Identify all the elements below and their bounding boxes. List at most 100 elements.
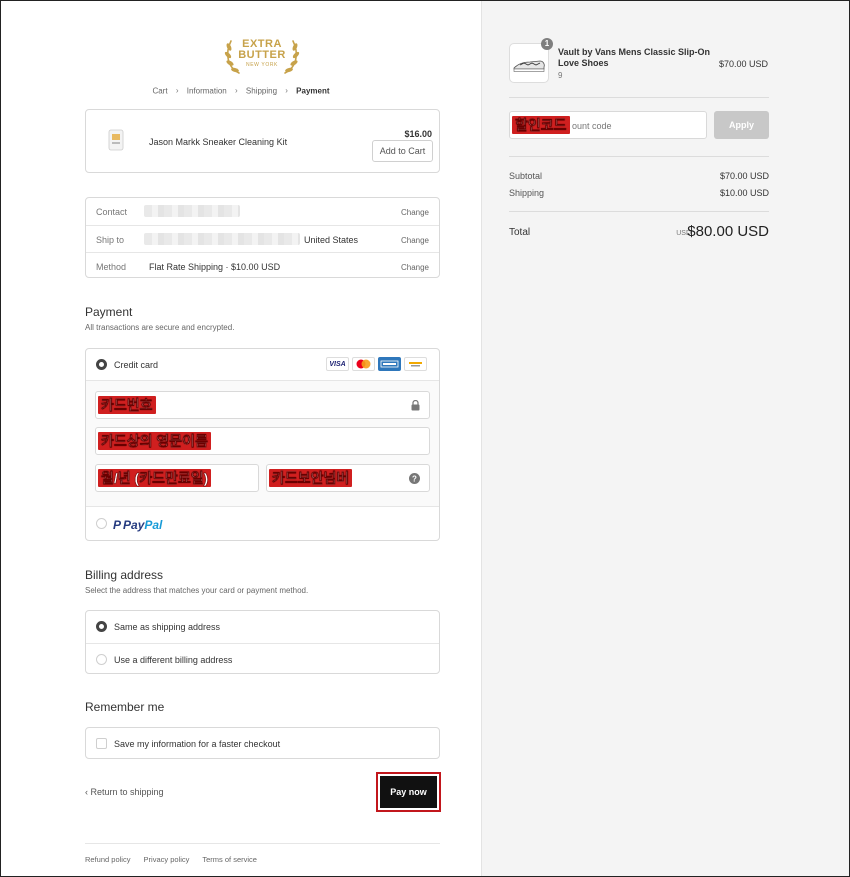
breadcrumb-cart[interactable]: Cart	[152, 86, 167, 95]
upsell-product: Jason Markk Sneaker Cleaning Kit $16.00 …	[85, 109, 440, 173]
subtotal-label: Subtotal	[509, 171, 543, 181]
product-variant: 9	[558, 71, 563, 80]
card-number-annotation: 카드번호	[98, 396, 156, 414]
chevron-right-icon: ›	[234, 86, 238, 96]
credit-card-fields: 카드번호 카드상의 영문이름 월/년 (카드만료일) 카드보안넘버 ?	[86, 381, 439, 507]
total-label: Total	[509, 227, 531, 238]
svg-text:?: ?	[412, 474, 417, 483]
return-to-shipping-link[interactable]: ‹ Return to shipping	[85, 787, 164, 797]
subtotal-row: Subtotal $70.00 USD	[509, 171, 769, 181]
breadcrumb: Cart › Information › Shipping › Payment	[1, 86, 481, 95]
contact-label: Contact	[96, 207, 128, 217]
footer-divider	[85, 843, 440, 844]
credit-card-radio[interactable]	[96, 359, 107, 370]
expiry-annotation: 월/년 (카드만료일)	[98, 469, 212, 487]
subtotal-value: $70.00 USD	[719, 171, 769, 181]
change-contact-link[interactable]: Change	[401, 208, 429, 217]
checkout-page: EXTRA BUTTER NEW YORK Cart › Information…	[0, 0, 850, 877]
return-label: Return to shipping	[90, 787, 164, 797]
discount-annotation: 할인코드	[512, 116, 570, 134]
summary-divider	[509, 156, 769, 157]
review-contact: Contact Change	[86, 198, 439, 225]
billing-different-option[interactable]: Use a different billing address	[86, 643, 439, 675]
product-name: Vault by Vans Mens Classic Slip-On Love …	[558, 47, 711, 68]
mastercard-icon	[352, 357, 375, 371]
method-value: Flat Rate Shipping · $10.00 USD	[149, 262, 281, 272]
remember-checkbox[interactable]	[96, 738, 107, 749]
billing-different-radio[interactable]	[96, 654, 107, 665]
terms-of-service-link[interactable]: Terms of service	[202, 855, 257, 864]
billing-subtitle: Select the address that matches your car…	[85, 586, 309, 595]
upsell-name: Jason Markk Sneaker Cleaning Kit	[149, 137, 288, 147]
payment-title: Payment	[85, 305, 133, 319]
remember-me-option[interactable]: Save my information for a faster checkou…	[85, 727, 440, 759]
change-address-link[interactable]: Change	[401, 236, 429, 245]
name-on-card-annotation: 카드상의 영문이름	[98, 432, 211, 450]
credit-card-option[interactable]: Credit card VISA	[86, 349, 439, 381]
chevron-right-icon: ›	[175, 86, 179, 96]
product-price: $70.00 USD	[718, 59, 768, 69]
billing-same-label: Same as shipping address	[114, 622, 221, 632]
contact-value-redacted	[144, 205, 240, 217]
total-value: $80.00 USD	[687, 223, 769, 240]
paypal-icon: P	[113, 518, 122, 532]
discount-placeholder: ount code	[572, 121, 612, 131]
security-code-field[interactable]: 카드보안넘버 ?	[266, 464, 430, 492]
paypal-option[interactable]: P PayPal	[86, 507, 439, 542]
billing-same-radio[interactable]	[96, 621, 107, 632]
breadcrumb-payment: Payment	[296, 86, 330, 96]
discount-code-input[interactable]: ount code 할인코드	[509, 111, 707, 139]
checkout-main: EXTRA BUTTER NEW YORK Cart › Information…	[1, 1, 481, 876]
paypal-logo: P PayPal	[113, 518, 163, 532]
shipping-value: $10.00 USD	[719, 188, 769, 198]
payment-methods: Credit card VISA 카드번호 카드상의 영문이름 월/년 (카드만…	[85, 348, 440, 541]
checkout-review: Contact Change Ship to United States Cha…	[85, 197, 440, 278]
add-to-cart-button[interactable]: Add to Cart	[372, 140, 433, 162]
product-thumbnail	[108, 129, 124, 151]
summary-divider	[509, 211, 769, 212]
credit-card-label: Credit card	[114, 360, 159, 370]
other-card-icon	[404, 357, 427, 371]
footer-links: Refund policy Privacy policy Terms of se…	[85, 855, 268, 864]
address-value-redacted	[144, 233, 300, 245]
review-ship-to: Ship to United States Change	[86, 225, 439, 252]
ship-to-country: United States	[304, 235, 359, 245]
remember-title: Remember me	[85, 700, 165, 714]
method-label: Method	[96, 262, 127, 272]
apply-discount-button[interactable]: Apply	[714, 111, 769, 139]
billing-address-options: Same as shipping address Use a different…	[85, 610, 440, 674]
billing-different-label: Use a different billing address	[114, 655, 233, 665]
store-logo[interactable]: EXTRA BUTTER NEW YORK	[219, 33, 305, 77]
refund-policy-link[interactable]: Refund policy	[85, 855, 130, 864]
name-on-card-field[interactable]: 카드상의 영문이름	[95, 427, 430, 455]
logo-line-2: BUTTER	[238, 49, 286, 61]
expiry-field[interactable]: 월/년 (카드만료일)	[95, 464, 259, 492]
chevron-right-icon: ›	[285, 86, 288, 96]
paypal-radio[interactable]	[96, 518, 107, 529]
card-number-field[interactable]: 카드번호	[95, 391, 430, 419]
shoe-icon	[513, 60, 545, 72]
shipping-row: Shipping $10.00 USD	[509, 188, 769, 198]
order-summary: 1 Vault by Vans Mens Classic Slip-On Lov…	[481, 1, 849, 876]
remember-label: Save my information for a faster checkou…	[114, 739, 281, 749]
lock-icon	[411, 400, 420, 411]
billing-same-option[interactable]: Same as shipping address	[86, 611, 439, 643]
pay-now-highlight: Pay now	[376, 772, 441, 812]
review-method: Method Flat Rate Shipping · $10.00 USD C…	[86, 252, 439, 279]
upsell-price: $16.00	[404, 129, 432, 139]
quantity-badge: 1	[541, 38, 553, 50]
payment-subtitle: All transactions are secure and encrypte…	[85, 323, 235, 332]
logo-line-3: NEW YORK	[246, 62, 278, 68]
amex-icon	[378, 357, 401, 371]
change-method-link[interactable]: Change	[401, 263, 429, 272]
pay-now-button[interactable]: Pay now	[380, 776, 437, 808]
shipping-label: Shipping	[509, 188, 545, 198]
breadcrumb-information[interactable]: Information	[187, 86, 227, 95]
privacy-policy-link[interactable]: Privacy policy	[144, 855, 190, 864]
help-icon[interactable]: ?	[409, 473, 420, 484]
summary-divider	[509, 97, 769, 98]
breadcrumb-shipping[interactable]: Shipping	[246, 86, 277, 95]
visa-icon: VISA	[326, 357, 349, 371]
ship-to-label: Ship to	[96, 235, 125, 245]
security-code-annotation: 카드보안넘버	[269, 469, 353, 487]
